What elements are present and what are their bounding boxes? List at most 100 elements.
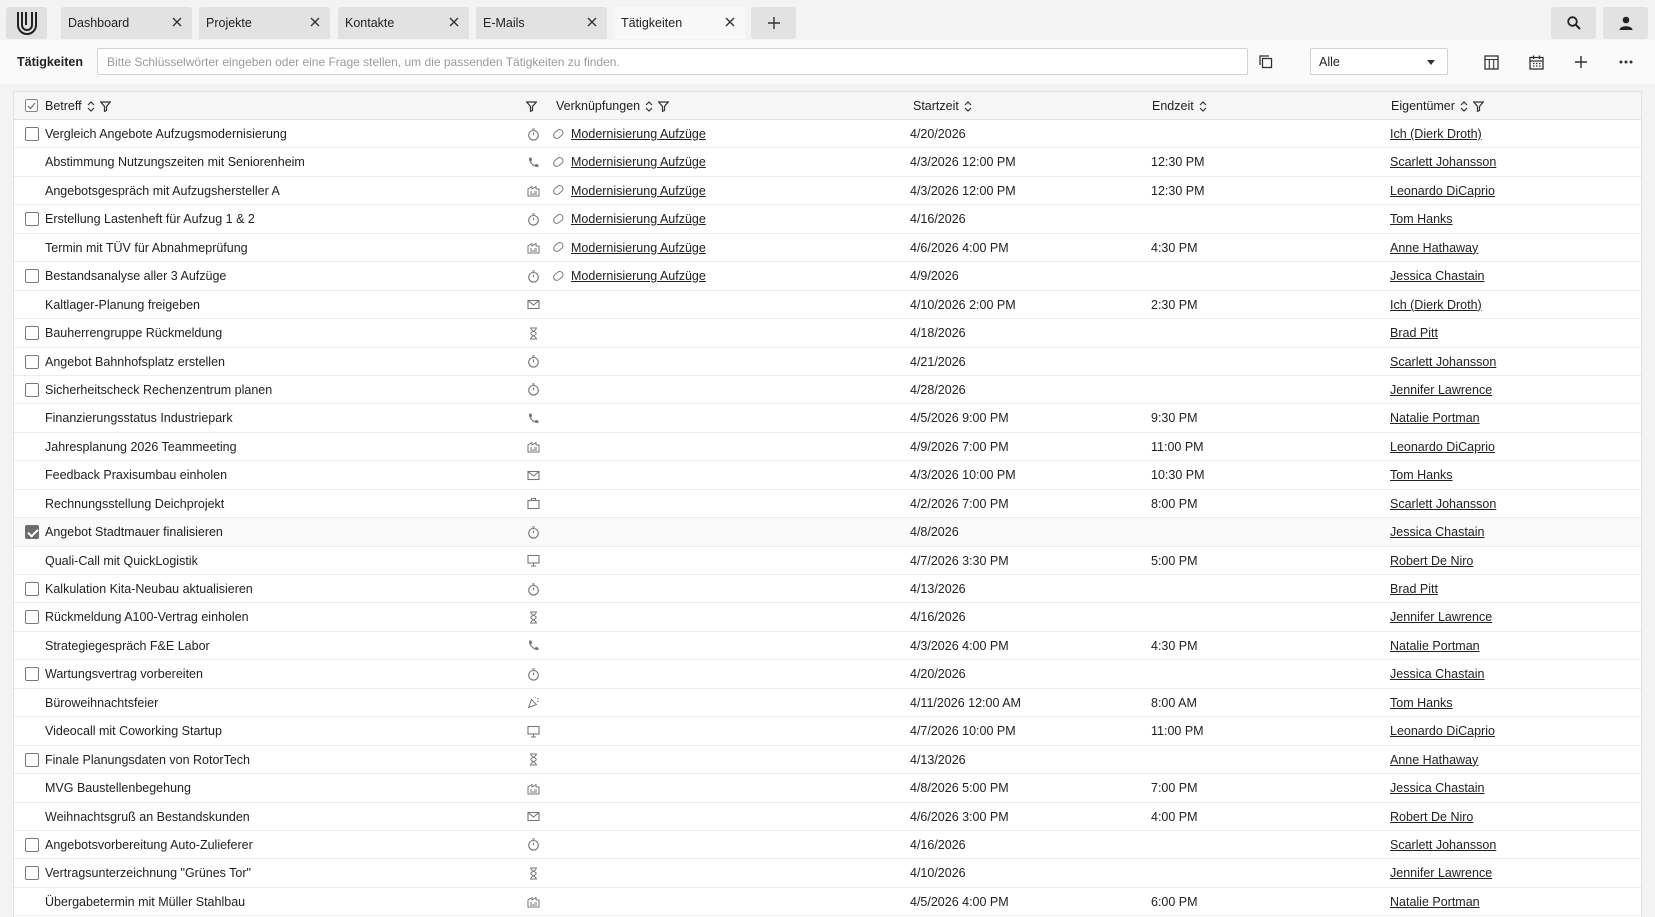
table-row[interactable]: Termin mit TÜV für Abnahmeprüfung Moderni… xyxy=(14,233,1641,263)
add-activity-button[interactable] xyxy=(1568,50,1594,74)
owner-cell[interactable]: Jennifer Lawrence xyxy=(1390,376,1492,404)
owner-cell[interactable]: Scarlett Johansson xyxy=(1390,148,1496,176)
filter-icon[interactable] xyxy=(658,100,670,112)
subject-cell[interactable]: Sicherheitscheck Rechenzentrum planen xyxy=(45,376,272,404)
filter-icon[interactable] xyxy=(526,100,537,112)
close-icon[interactable] xyxy=(170,15,184,29)
table-row[interactable]: Kaltlager-Planung freigeben 4/10/2026 2:0… xyxy=(14,290,1641,320)
table-row[interactable]: Angebotsvorbereitung Auto-Zulieferer 4/16… xyxy=(14,830,1641,860)
owner-cell[interactable]: Jessica Chastain xyxy=(1390,518,1485,546)
owner-cell[interactable]: Jennifer Lawrence xyxy=(1390,603,1492,631)
tab-dashboard[interactable]: Dashboard xyxy=(61,7,192,39)
subject-cell[interactable]: Finale Planungsdaten von RotorTech xyxy=(45,746,250,774)
subject-cell[interactable]: Termin mit TÜV für Abnahmeprüfung xyxy=(45,234,248,262)
owner-cell[interactable]: Scarlett Johansson xyxy=(1390,490,1496,518)
close-icon[interactable] xyxy=(723,15,737,29)
search-input[interactable] xyxy=(97,48,1248,75)
row-checkbox[interactable] xyxy=(25,667,39,682)
row-checkbox[interactable] xyxy=(25,269,39,284)
column-header-betreff[interactable]: Betreff xyxy=(45,92,111,120)
tab-kontakte[interactable]: Kontakte xyxy=(338,7,469,39)
owner-cell[interactable]: Jessica Chastain xyxy=(1390,774,1485,802)
table-row[interactable]: Feedback Praxisumbau einholen 4/3/2026 10… xyxy=(14,461,1641,490)
table-row[interactable]: Wartungsvertrag vorbereiten 4/20/2026 Jess… xyxy=(14,660,1641,689)
row-checkbox[interactable] xyxy=(25,610,39,625)
owner-cell[interactable]: Brad Pitt xyxy=(1390,319,1438,347)
subject-cell[interactable]: Angebot Stadtmauer finalisieren xyxy=(45,518,223,546)
table-row[interactable]: Finale Planungsdaten von RotorTech 4/13/2… xyxy=(14,745,1641,775)
row-checkbox[interactable] xyxy=(25,525,39,540)
row-checkbox[interactable] xyxy=(25,837,39,852)
owner-cell[interactable]: Anne Hathaway xyxy=(1390,746,1478,774)
subject-cell[interactable]: Rückmeldung A100-Vertrag einholen xyxy=(45,603,249,631)
owner-cell[interactable]: Ich (Dierk Droth) xyxy=(1390,120,1482,148)
column-header-startzeit[interactable]: Startzeit xyxy=(913,92,972,120)
filter-select[interactable]: Alle xyxy=(1310,48,1448,75)
tab-projekte[interactable]: Projekte xyxy=(199,7,330,39)
column-header-type-filter[interactable] xyxy=(526,92,537,120)
link-cell[interactable]: Modernisierung Aufzüge xyxy=(571,205,706,233)
owner-cell[interactable]: Scarlett Johansson xyxy=(1390,831,1496,859)
owner-cell[interactable]: Jennifer Lawrence xyxy=(1390,859,1492,887)
subject-cell[interactable]: Abstimmung Nutzungszeiten mit Seniorenhe… xyxy=(45,148,305,176)
owner-cell[interactable]: Leonardo DiCaprio xyxy=(1390,177,1495,205)
user-button[interactable] xyxy=(1603,7,1648,39)
subject-cell[interactable]: Büroweihnachtsfeier xyxy=(45,689,158,717)
subject-cell[interactable]: Rechnungsstellung Deichprojekt xyxy=(45,490,224,518)
table-row[interactable]: Vertragsunterzeichnung "Grünes Tor" 4/10/… xyxy=(14,859,1641,888)
table-row[interactable]: Angebot Stadtmauer finalisieren 4/8/2026 J… xyxy=(14,518,1641,547)
link-cell[interactable]: Modernisierung Aufzüge xyxy=(571,120,706,148)
link-cell[interactable]: Modernisierung Aufzüge xyxy=(571,148,706,176)
subject-cell[interactable]: Vertragsunterzeichnung "Grünes Tor" xyxy=(45,859,251,887)
row-checkbox[interactable] xyxy=(25,354,39,369)
subject-cell[interactable]: Strategiegespräch F&E Labor xyxy=(45,632,210,660)
owner-cell[interactable]: Ich (Dierk Droth) xyxy=(1390,291,1482,319)
column-header-verknuepfungen[interactable]: Verknüpfungen xyxy=(556,92,670,120)
subject-cell[interactable]: Quali-Call mit QuickLogistik xyxy=(45,547,198,575)
subject-cell[interactable]: Finanzierungsstatus Industriepark xyxy=(45,404,233,432)
row-checkbox[interactable] xyxy=(25,326,39,341)
subject-cell[interactable]: Feedback Praxisumbau einholen xyxy=(45,461,227,489)
row-checkbox[interactable] xyxy=(25,382,39,397)
owner-cell[interactable]: Tom Hanks xyxy=(1390,689,1453,717)
subject-cell[interactable]: Angebotsvorbereitung Auto-Zulieferer xyxy=(45,831,253,859)
link-cell[interactable]: Modernisierung Aufzüge xyxy=(571,234,706,262)
table-row[interactable]: Weihnachtsgruß an Bestandskunden 4/6/2026… xyxy=(14,802,1641,831)
subject-cell[interactable]: Kalkulation Kita-Neubau aktualisieren xyxy=(45,575,253,603)
table-row[interactable]: Büroweihnachtsfeier 4/11/2026 12:00 AM 8:0… xyxy=(14,688,1641,718)
owner-cell[interactable]: Jessica Chastain xyxy=(1390,262,1485,290)
filter-icon[interactable] xyxy=(1472,100,1484,112)
table-row[interactable]: Angebotsgespräch mit Aufzugshersteller A… xyxy=(14,176,1641,206)
subject-cell[interactable]: Übergabetermin mit Müller Stahlbau xyxy=(45,888,245,916)
subject-cell[interactable]: MVG Baustellenbegehung xyxy=(45,774,191,802)
sort-icon[interactable] xyxy=(1460,100,1468,112)
more-button[interactable] xyxy=(1613,50,1639,74)
tab-e-mails[interactable]: E-Mails xyxy=(476,7,607,39)
calendar-button[interactable] xyxy=(1523,50,1549,74)
table-row[interactable]: Rechnungsstellung Deichprojekt 4/2/2026 7… xyxy=(14,489,1641,519)
owner-cell[interactable]: Natalie Portman xyxy=(1390,888,1480,916)
table-row[interactable]: Bestandsanalyse aller 3 Aufzüge Modernisi… xyxy=(14,262,1641,291)
subject-cell[interactable]: Angebot Bahnhofsplatz erstellen xyxy=(45,348,225,376)
subject-cell[interactable]: Jahresplanung 2026 Teammeeting xyxy=(45,433,237,461)
link-cell[interactable]: Modernisierung Aufzüge xyxy=(571,262,706,290)
subject-cell[interactable]: Wartungsvertrag vorbereiten xyxy=(45,660,203,688)
owner-cell[interactable]: Scarlett Johansson xyxy=(1390,348,1496,376)
sort-icon[interactable] xyxy=(964,100,972,112)
table-row[interactable]: Erstellung Lastenheft für Aufzug 1 & 2 Mo… xyxy=(14,205,1641,234)
owner-cell[interactable]: Robert De Niro xyxy=(1390,803,1473,831)
row-checkbox[interactable] xyxy=(25,127,39,141)
owner-cell[interactable]: Anne Hathaway xyxy=(1390,234,1478,262)
table-row[interactable]: MVG Baustellenbegehung 4/8/2026 5:00 PM 7:… xyxy=(14,774,1641,803)
table-row[interactable]: Videocall mit Coworking Startup 4/7/2026 … xyxy=(14,717,1641,746)
table-row[interactable]: Abstimmung Nutzungszeiten mit Seniorenhe… xyxy=(14,148,1641,177)
search-button[interactable] xyxy=(1551,7,1596,39)
owner-cell[interactable]: Natalie Portman xyxy=(1390,632,1480,660)
close-icon[interactable] xyxy=(447,15,461,29)
tab-taetigkeiten[interactable]: Tätigkeiten xyxy=(614,7,745,39)
table-row[interactable]: Angebot Bahnhofsplatz erstellen 4/21/2026… xyxy=(14,347,1641,376)
owner-cell[interactable]: Natalie Portman xyxy=(1390,404,1480,432)
table-row[interactable]: Rückmeldung A100-Vertrag einholen 4/16/20… xyxy=(14,603,1641,632)
table-row[interactable]: Strategiegespräch F&E Labor 4/3/2026 4:00… xyxy=(14,631,1641,661)
subject-cell[interactable]: Videocall mit Coworking Startup xyxy=(45,717,222,745)
